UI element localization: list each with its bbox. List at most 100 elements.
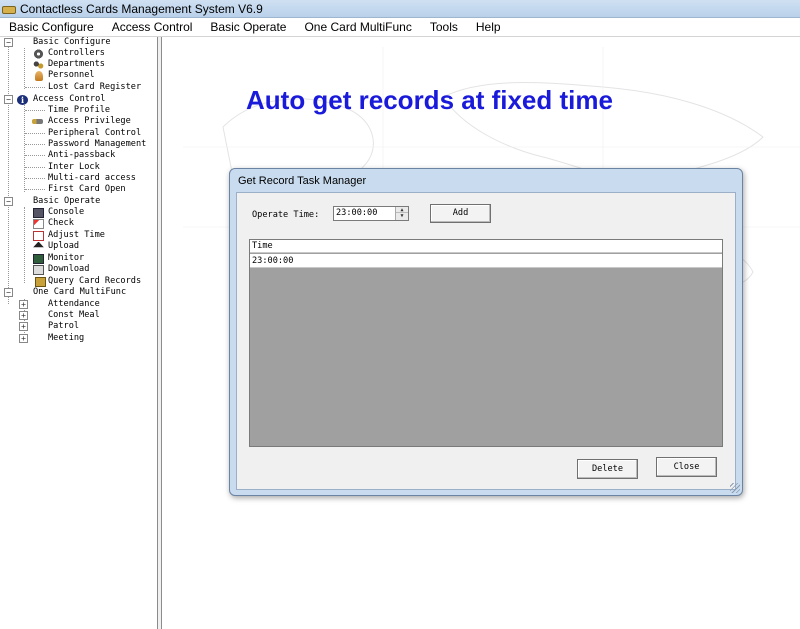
- tree-item-label: Const Meal: [48, 310, 100, 320]
- expand-icon[interactable]: +: [19, 334, 28, 343]
- tree-item-const-meal[interactable]: + Const Meal: [0, 310, 157, 321]
- tree-item-label: Departments: [48, 59, 105, 69]
- tree-connector: [25, 87, 45, 88]
- person-icon: [35, 70, 43, 81]
- time-spinner[interactable]: ▲ ▼: [395, 207, 408, 220]
- tree-item-label: Adjust Time: [48, 230, 105, 240]
- menu-help[interactable]: Help: [467, 18, 510, 36]
- expand-icon[interactable]: +: [19, 300, 28, 309]
- add-button[interactable]: Add: [430, 204, 491, 223]
- tree-item-label: Access Privilege: [48, 116, 131, 126]
- upload-icon: [33, 241, 44, 248]
- collapse-icon[interactable]: −: [4, 197, 13, 206]
- tree-item-label: Query Card Records: [48, 276, 142, 286]
- tree-connector: [25, 110, 45, 111]
- get-record-task-manager-dialog: Get Record Task Manager Operate Time: 23…: [229, 168, 743, 496]
- monitor-icon: [33, 253, 44, 264]
- window-title: Contactless Cards Management System V6.9: [20, 1, 263, 16]
- time-grid[interactable]: Time 23:00:00: [249, 239, 723, 447]
- tree-item-upload[interactable]: Upload: [0, 241, 157, 252]
- tree-connector: [25, 167, 45, 168]
- menu-bar: Basic Configure Access Control Basic Ope…: [0, 18, 800, 37]
- info-icon: i: [17, 94, 28, 105]
- operate-time-field[interactable]: 23:00:00 ▲ ▼: [333, 206, 409, 221]
- tree-group-one-card-multifunc[interactable]: − One Card MultiFunc: [0, 287, 157, 298]
- check-icon: [33, 218, 44, 229]
- tree-item-label: Time Profile: [48, 105, 111, 115]
- tree-group-basic-operate[interactable]: − Basic Operate: [0, 196, 157, 207]
- collapse-icon[interactable]: −: [4, 288, 13, 297]
- tree-item-label: First Card Open: [48, 184, 126, 194]
- tree-item-access-privilege[interactable]: Access Privilege: [0, 116, 157, 127]
- tree-item-label: Console: [48, 207, 85, 217]
- tree-connector: [25, 144, 45, 145]
- collapse-icon[interactable]: −: [4, 38, 13, 47]
- gear-icon: [33, 48, 44, 59]
- tree-item-personnel[interactable]: Personnel: [0, 70, 157, 81]
- tree-item-download[interactable]: Download: [0, 264, 157, 275]
- tree-item-lost-card-register[interactable]: Lost Card Register: [0, 82, 157, 93]
- close-button[interactable]: Close: [656, 457, 717, 477]
- tree-group-basic-configure[interactable]: − Basic Configure: [0, 37, 157, 48]
- tree-connector: [25, 133, 45, 134]
- grid-column-header-time[interactable]: Time: [250, 240, 722, 253]
- clock-icon: [33, 230, 44, 241]
- operate-time-value: 23:00:00: [336, 208, 378, 218]
- expand-icon[interactable]: +: [19, 322, 28, 331]
- tree-item-patrol[interactable]: + Patrol: [0, 321, 157, 332]
- tree-item-attendance[interactable]: + Attendance: [0, 299, 157, 310]
- tree-item-label: Lost Card Register: [48, 82, 142, 92]
- download-icon: [33, 264, 44, 275]
- tree-item-label: Peripheral Control: [48, 128, 142, 138]
- collapse-icon[interactable]: −: [4, 95, 13, 104]
- tree-item-label: Upload: [48, 241, 80, 251]
- tree-item-label: Check: [48, 218, 74, 228]
- tree-item-label: Personnel: [48, 70, 95, 80]
- dialog-title: Get Record Task Manager: [238, 175, 367, 187]
- panel-splitter[interactable]: [158, 37, 162, 629]
- menu-basic-configure[interactable]: Basic Configure: [0, 18, 103, 36]
- tree-item-meeting[interactable]: + Meeting: [0, 333, 157, 344]
- tree-group-label: One Card MultiFunc: [33, 287, 127, 297]
- tree-item-multi-card-access[interactable]: Multi-card access: [0, 173, 157, 184]
- tree-item-peripheral-control[interactable]: Peripheral Control: [0, 128, 157, 139]
- tree-item-departments[interactable]: Departments: [0, 59, 157, 70]
- departments-icon: [33, 59, 44, 70]
- table-row[interactable]: 23:00:00: [250, 254, 722, 268]
- tree-item-anti-passback[interactable]: Anti-passback: [0, 150, 157, 161]
- tree-item-label: Anti-passback: [48, 150, 116, 160]
- title-bar: Contactless Cards Management System V6.9: [0, 0, 800, 18]
- tree-item-first-card-open[interactable]: First Card Open: [0, 184, 157, 195]
- expand-icon[interactable]: +: [19, 311, 28, 320]
- spin-down-icon[interactable]: ▼: [396, 213, 408, 219]
- tree-group-label: Basic Configure: [33, 37, 111, 47]
- tree-item-password-management[interactable]: Password Management: [0, 139, 157, 150]
- tree-item-console[interactable]: Console: [0, 207, 157, 218]
- tree-group-label: Basic Operate: [33, 196, 101, 206]
- tree-item-time-profile[interactable]: Time Profile: [0, 105, 157, 116]
- dialog-body: Operate Time: 23:00:00 ▲ ▼ Add Time 23:0…: [236, 192, 736, 490]
- tree-connector: [25, 189, 45, 190]
- tree-connector: [25, 178, 45, 179]
- tree-item-inter-lock[interactable]: Inter Lock: [0, 162, 157, 173]
- banner-heading: Auto get records at fixed time: [246, 85, 613, 115]
- menu-access-control[interactable]: Access Control: [103, 18, 202, 36]
- tree-item-monitor[interactable]: Monitor: [0, 253, 157, 264]
- menu-one-card-multifunc[interactable]: One Card MultiFunc: [295, 18, 420, 36]
- app-icon: [2, 4, 16, 14]
- tree-group-label: Access Control: [33, 94, 106, 104]
- tree-item-label: Password Management: [48, 139, 147, 149]
- menu-basic-operate[interactable]: Basic Operate: [201, 18, 295, 36]
- tree-item-adjust-time[interactable]: Adjust Time: [0, 230, 157, 241]
- menu-tools[interactable]: Tools: [421, 18, 467, 36]
- console-icon: [33, 207, 44, 218]
- tree-item-query-card-records[interactable]: Query Card Records: [0, 276, 157, 287]
- tree-item-controllers[interactable]: Controllers: [0, 48, 157, 59]
- key-icon: [32, 119, 43, 124]
- resize-grip-icon[interactable]: [730, 483, 740, 493]
- tree-item-check[interactable]: Check: [0, 218, 157, 229]
- navigation-tree: − Basic Configure Controllers Department…: [0, 37, 158, 629]
- tree-group-access-control[interactable]: − i Access Control: [0, 94, 157, 105]
- delete-button[interactable]: Delete: [577, 459, 638, 479]
- tree-item-label: Inter Lock: [48, 162, 100, 172]
